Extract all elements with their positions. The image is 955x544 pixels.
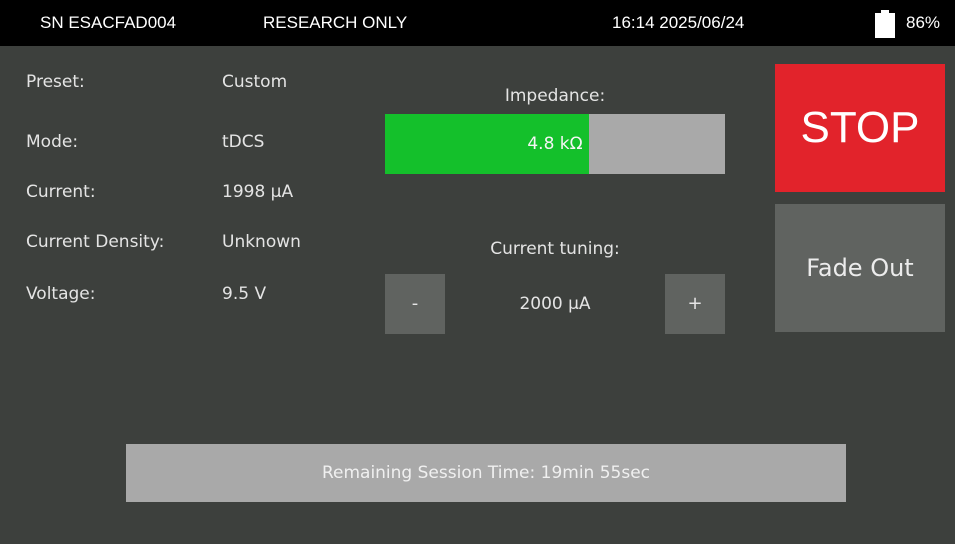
increase-current-button[interactable]: + [665,274,725,334]
remaining-session-time: Remaining Session Time: 19min 55sec [126,444,846,502]
preset-label: Preset: [26,72,85,92]
decrease-current-button[interactable]: - [385,274,445,334]
battery-icon [875,10,895,38]
current-density-label: Current Density: [26,232,165,252]
voltage-label: Voltage: [26,284,96,304]
current-value: 1998 µA [222,182,294,202]
current-density-value: Unknown [222,232,301,252]
serial-number: SN ESACFAD004 [40,13,177,32]
preset-value: Custom [222,72,288,92]
status-bar: SN ESACFAD004 RESEARCH ONLY 16:14 2025/0… [0,0,955,46]
research-only-label: RESEARCH ONLY [263,13,408,32]
impedance-bar: 4.8 kΩ [385,114,725,174]
current-tuning-value: 2000 µA [519,294,591,314]
battery-percent: 86% [906,13,941,32]
current-tuning-title: Current tuning: [490,239,620,259]
impedance-title: Impedance: [504,86,606,106]
mode-label: Mode: [26,132,79,152]
mode-value: tDCS [222,132,265,152]
voltage-value: 9.5 V [222,284,267,304]
impedance-value: 4.8 kΩ [527,134,583,154]
main-screen: Preset: Custom Mode: tDCS Current: 1998 … [6,46,955,544]
datetime: 16:14 2025/06/24 [612,13,745,32]
current-label: Current: [26,182,96,202]
stop-button[interactable]: STOP [775,64,945,192]
fade-out-button[interactable]: Fade Out [775,204,945,332]
